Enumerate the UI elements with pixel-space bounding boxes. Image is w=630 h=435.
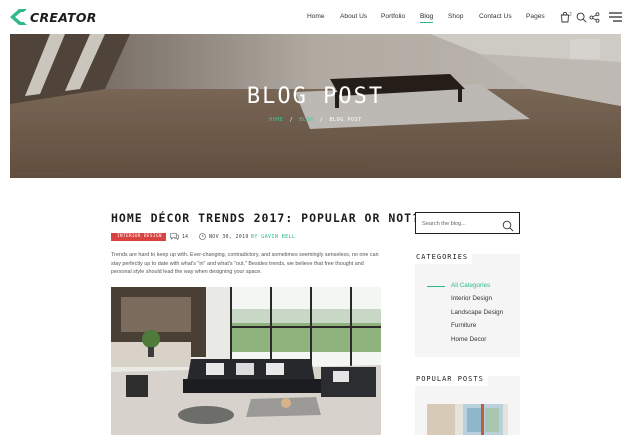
category-tag[interactable]: INTERIOR DESIGN bbox=[111, 233, 166, 241]
category-all[interactable]: All Categories bbox=[427, 282, 517, 295]
post-date-value: NOV 30, 2019 bbox=[209, 233, 249, 240]
categories-list: All Categories Interior Design Landscape… bbox=[427, 282, 517, 349]
breadcrumb-separator: / bbox=[289, 117, 294, 123]
hero-title: BLOG POST bbox=[246, 84, 385, 109]
category-landscape-design[interactable]: Landscape Design bbox=[427, 309, 517, 322]
categories-widget: CATEGORIES All Categories Interior Desig… bbox=[415, 250, 520, 357]
popular-posts-title: POPULAR POSTS bbox=[415, 372, 488, 386]
logo-text: CREATOR bbox=[30, 9, 97, 25]
post-title[interactable]: HOME DÉCOR TRENDS 2017: POPULAR OR NOT? bbox=[111, 211, 420, 225]
categories-title: CATEGORIES bbox=[415, 250, 473, 264]
nav-portfolio[interactable]: Portfolio bbox=[381, 13, 405, 20]
nav-contact-us[interactable]: Contact Us bbox=[479, 13, 512, 20]
search-icon[interactable] bbox=[575, 11, 587, 23]
post-excerpt: Trends are hard to keep up with. Ever-ch… bbox=[111, 252, 379, 276]
category-furniture[interactable]: Furniture bbox=[427, 322, 517, 335]
clock-icon bbox=[199, 233, 206, 240]
comments-icon bbox=[170, 233, 179, 240]
nav-blog[interactable]: Blog bbox=[420, 13, 434, 23]
post-date: NOV 30, 2019 bbox=[199, 233, 249, 240]
search-input[interactable] bbox=[422, 218, 498, 229]
breadcrumb-home[interactable]: HOME bbox=[269, 117, 284, 123]
post-featured-image[interactable] bbox=[111, 287, 381, 435]
logo-mark-icon bbox=[10, 9, 27, 25]
search-box bbox=[415, 212, 520, 234]
popular-post-image bbox=[427, 404, 508, 435]
nav-shop[interactable]: Shop bbox=[448, 13, 463, 20]
category-interior-design[interactable]: Interior Design bbox=[427, 295, 517, 308]
comments-count-value: 14 bbox=[182, 233, 189, 240]
cart-count: 2 bbox=[569, 12, 572, 18]
nav-pages[interactable]: Pages bbox=[526, 13, 545, 20]
search-button-icon[interactable] bbox=[502, 217, 514, 232]
share-icon[interactable] bbox=[588, 11, 600, 23]
nav-about-us[interactable]: About Us bbox=[340, 13, 367, 20]
breadcrumb: HOME / BLOG / BLOG POST bbox=[10, 117, 621, 123]
post-author[interactable]: BY GAVIN BELL bbox=[251, 234, 295, 240]
breadcrumb-current: BLOG POST bbox=[329, 117, 362, 123]
category-home-decor[interactable]: Home Decor bbox=[427, 336, 517, 349]
breadcrumb-separator: / bbox=[319, 117, 324, 123]
popular-post-thumbnail[interactable] bbox=[427, 404, 508, 435]
menu-icon[interactable] bbox=[609, 11, 622, 23]
nav-home[interactable]: Home bbox=[307, 13, 325, 20]
hero-banner: BLOG POST HOME / BLOG / BLOG POST bbox=[10, 34, 621, 178]
popular-posts-widget: POPULAR POSTS bbox=[415, 372, 520, 435]
breadcrumb-blog[interactable]: BLOG bbox=[299, 117, 314, 123]
living-room-photo bbox=[111, 287, 381, 435]
site-header: CREATOR Home About Us Portfolio Blog Sho… bbox=[0, 0, 630, 34]
logo[interactable]: CREATOR bbox=[10, 9, 97, 25]
post-meta: INTERIOR DESIGN 14 NOV 30, 2019 BY GAVIN… bbox=[111, 233, 401, 242]
comments-count[interactable]: 14 bbox=[170, 233, 188, 240]
